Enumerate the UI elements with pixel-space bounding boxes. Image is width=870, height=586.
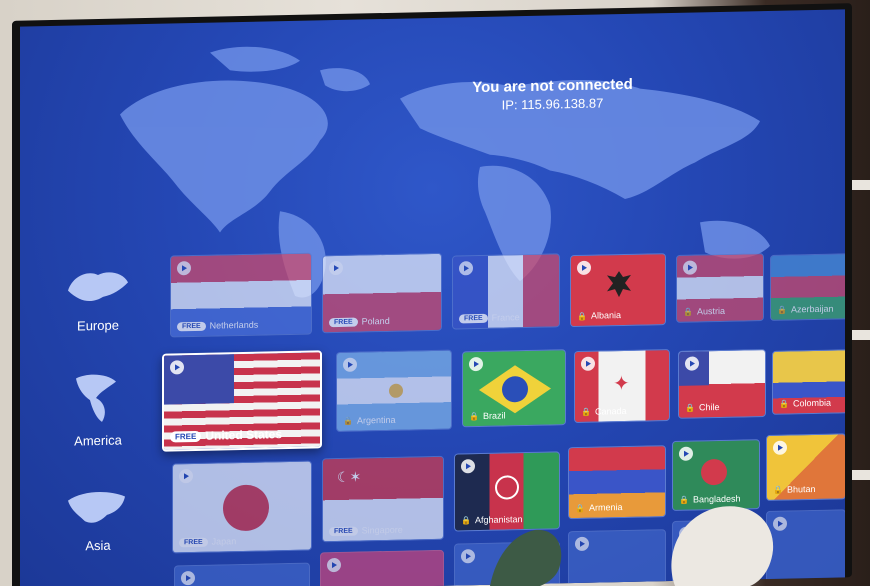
sculpture-foreground xyxy=(490,529,562,586)
lock-icon: 🔒 xyxy=(777,305,787,315)
region-europe[interactable]: Europe xyxy=(38,264,158,335)
server-tile-bhutan[interactable]: 🔒 Bhutan xyxy=(766,433,845,502)
brazil-diamond-icon xyxy=(479,365,551,414)
europe-map-icon xyxy=(68,272,128,302)
region-label: America xyxy=(74,432,122,449)
server-name: Brazil xyxy=(482,410,506,421)
server-tile-brazil[interactable]: 🔒 Brazil xyxy=(462,349,566,428)
server-name: France xyxy=(491,312,520,323)
server-tile-row4[interactable] xyxy=(320,549,444,586)
server-tile-armenia[interactable]: 🔒 Armenia xyxy=(568,445,666,520)
server-tile-austria[interactable]: 🔒 Austria xyxy=(676,253,764,323)
server-tile-argentina[interactable]: 🔒 Argentina xyxy=(336,349,452,433)
server-name: Austria xyxy=(696,305,725,317)
server-tile-japan[interactable]: FREE Japan xyxy=(172,460,312,554)
free-badge: FREE xyxy=(179,537,208,547)
vase-foreground xyxy=(671,506,774,586)
server-name: Chile xyxy=(698,401,720,413)
server-tile-row4[interactable] xyxy=(174,562,310,586)
server-tile-albania[interactable]: 🔒 Albania xyxy=(570,253,666,328)
lock-icon: 🔒 xyxy=(343,416,353,426)
lock-icon: 🔒 xyxy=(779,399,789,409)
eagle-emblem-icon xyxy=(607,271,631,298)
connect-play-icon xyxy=(461,549,475,564)
server-tile-singapore[interactable]: ☾✶ FREE Singapore xyxy=(322,455,444,543)
connect-play-icon xyxy=(181,570,195,586)
server-name: Canada xyxy=(594,405,627,417)
server-tile-france[interactable]: FREE France xyxy=(452,253,560,330)
server-name: Armenia xyxy=(588,502,623,513)
server-name: Poland xyxy=(361,315,390,327)
region-asia[interactable]: Asia xyxy=(38,484,158,555)
server-tile-chile[interactable]: 🔒 Chile xyxy=(678,349,766,419)
free-badge: FREE xyxy=(170,430,202,442)
lock-icon: 🔒 xyxy=(773,485,783,495)
region-label: Europe xyxy=(77,317,119,334)
america-map-icon xyxy=(76,374,116,422)
server-tile-netherlands[interactable]: FREE Netherlands xyxy=(170,252,312,338)
server-name: Colombia xyxy=(792,397,831,409)
server-name: Singapore xyxy=(361,524,403,536)
server-tile-azerbaijan[interactable]: 🔒 Azerbaijan xyxy=(770,253,845,321)
region-label: Asia xyxy=(85,537,111,554)
lock-icon: 🔒 xyxy=(577,311,587,321)
free-badge: FREE xyxy=(177,321,206,331)
region-america[interactable]: America xyxy=(38,369,158,450)
lock-icon: 🔒 xyxy=(469,411,479,421)
server-tile-row4[interactable] xyxy=(568,529,666,586)
free-badge: FREE xyxy=(459,313,488,323)
lock-icon: 🔒 xyxy=(461,515,471,525)
server-name: Japan xyxy=(211,536,237,547)
connect-play-icon xyxy=(327,557,341,573)
server-tile-poland[interactable]: FREE Poland xyxy=(322,252,442,334)
server-name: United States xyxy=(205,427,283,443)
server-tile-united-states[interactable]: FREE United States xyxy=(162,350,322,452)
server-tile-canada[interactable]: ✦ 🔒 Canada xyxy=(574,349,670,424)
lock-icon: 🔒 xyxy=(685,403,695,413)
server-tile-colombia[interactable]: 🔒 Colombia xyxy=(772,349,845,415)
lock-icon: 🔒 xyxy=(683,307,693,317)
server-name: Netherlands xyxy=(209,319,259,331)
free-badge: FREE xyxy=(329,526,358,536)
lock-icon: 🔒 xyxy=(581,407,591,417)
asia-map-icon xyxy=(68,492,125,523)
server-name: Argentina xyxy=(356,414,396,426)
free-badge: FREE xyxy=(329,317,358,327)
region-list: Europe America Asia xyxy=(38,264,158,586)
server-name: Bhutan xyxy=(786,483,816,495)
server-name: Albania xyxy=(590,310,621,321)
lock-icon: 🔒 xyxy=(575,503,585,513)
crescent-stars-icon: ☾✶ xyxy=(337,468,362,486)
server-name: Azerbaijan xyxy=(790,303,834,315)
maple-leaf-icon: ✦ xyxy=(613,372,630,396)
